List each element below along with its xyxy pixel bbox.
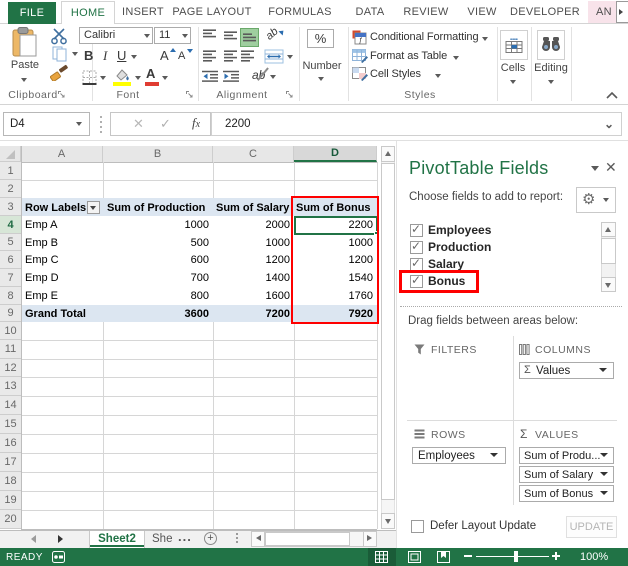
svg-text:ƒ: ƒ bbox=[359, 38, 363, 45]
